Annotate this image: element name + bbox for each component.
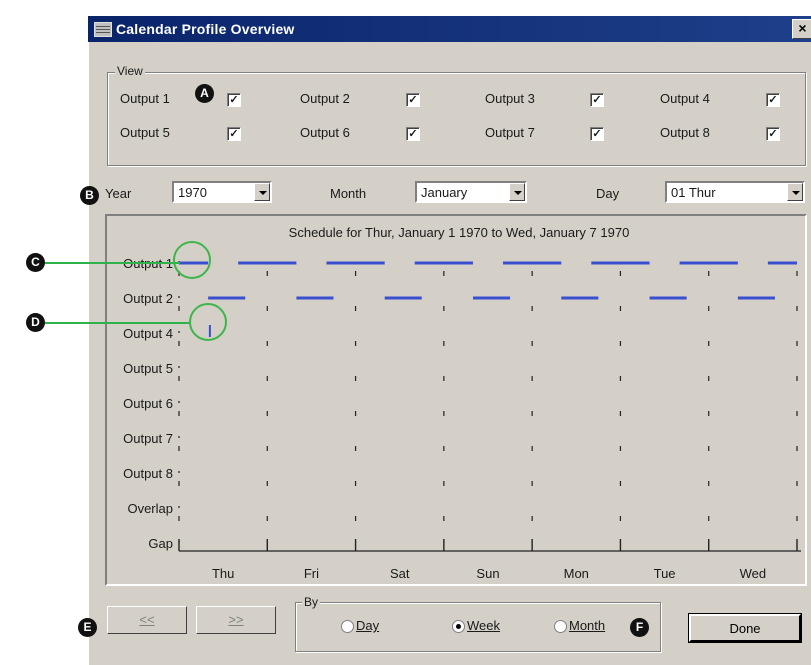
- row-label: Output 8: [123, 466, 173, 481]
- output-5-checkbox[interactable]: ✓: [227, 127, 241, 141]
- prev-week-button[interactable]: <<: [107, 606, 187, 634]
- day-label: Sun: [476, 566, 499, 581]
- callout-f-marker: F: [630, 618, 649, 637]
- by-month-label[interactable]: Month: [569, 618, 605, 633]
- done-label: Done: [729, 621, 761, 636]
- output-3-label: Output 3: [485, 91, 535, 106]
- schedule-labels: Output 1Output 2Output 4Output 5Output 6…: [123, 256, 766, 581]
- by-week-radio[interactable]: [452, 620, 465, 633]
- schedule-title: Schedule for Thur, January 1 1970 to Wed…: [289, 225, 630, 240]
- schedule-chart-svg: Schedule for Thur, January 1 1970 to Wed…: [123, 225, 801, 581]
- output-1-checkbox[interactable]: ✓: [227, 93, 241, 107]
- day-label: Wed: [740, 566, 767, 581]
- by-month-radio[interactable]: [554, 620, 567, 633]
- output-6-checkbox[interactable]: ✓: [406, 127, 420, 141]
- row-label: Overlap: [127, 501, 173, 516]
- year-select[interactable]: 1970: [172, 181, 272, 203]
- title-bar[interactable]: Calendar Profile Overview: [88, 16, 811, 42]
- output-8-checkbox[interactable]: ✓: [766, 127, 780, 141]
- day-label: Mon: [564, 566, 589, 581]
- year-label: Year: [105, 186, 132, 201]
- callout-b-marker: B: [80, 186, 99, 205]
- callout-c-circle: [173, 241, 211, 279]
- output-7-checkbox[interactable]: ✓: [590, 127, 604, 141]
- year-value: 1970: [178, 185, 207, 200]
- callout-e-marker: E: [78, 618, 97, 637]
- month-dropdown-arrow-icon[interactable]: [509, 183, 525, 201]
- day-label: Fri: [304, 566, 319, 581]
- day-label: Day: [596, 186, 620, 201]
- month-value: January: [421, 185, 468, 200]
- callout-d-circle: [189, 303, 227, 341]
- row-label: Gap: [148, 536, 173, 551]
- output-2-checkbox[interactable]: ✓: [406, 93, 420, 107]
- output-5-label: Output 5: [120, 125, 170, 140]
- day-select[interactable]: 01 Thur: [665, 181, 805, 203]
- by-week-label[interactable]: Week: [467, 618, 500, 633]
- output-8-label: Output 8: [660, 125, 710, 140]
- row-label: Output 6: [123, 396, 173, 411]
- output-6-label: Output 6: [300, 125, 350, 140]
- row-label: Output 5: [123, 361, 173, 376]
- callout-d-marker: D: [26, 313, 45, 332]
- schedule-chart: Schedule for Thur, January 1 1970 to Wed…: [105, 214, 807, 586]
- by-day-label[interactable]: Day: [356, 618, 379, 633]
- next-week-label: >>: [228, 612, 244, 627]
- callout-d-leader-line: [45, 322, 191, 324]
- month-select[interactable]: January: [415, 181, 527, 203]
- output-4-checkbox[interactable]: ✓: [766, 93, 780, 107]
- output-2-label: Output 2: [300, 91, 350, 106]
- day-value: 01 Thur: [671, 185, 716, 200]
- view-group-legend: View: [115, 64, 145, 78]
- day-label: Sat: [390, 566, 410, 581]
- prev-week-label: <<: [139, 612, 155, 627]
- row-label: Output 2: [123, 291, 173, 306]
- window-title: Calendar Profile Overview: [116, 21, 295, 37]
- year-dropdown-arrow-icon[interactable]: [254, 183, 270, 201]
- row-label: Output 7: [123, 431, 173, 446]
- view-group: [107, 72, 806, 166]
- output-4-label: Output 4: [660, 91, 710, 106]
- callout-c-marker: C: [26, 253, 45, 272]
- calendar-app-icon: [94, 22, 112, 37]
- schedule-bars: [179, 261, 797, 337]
- by-day-radio[interactable]: [341, 620, 354, 633]
- output-3-checkbox[interactable]: ✓: [590, 93, 604, 107]
- day-dropdown-arrow-icon[interactable]: [787, 183, 803, 201]
- output-7-label: Output 7: [485, 125, 535, 140]
- callout-a-marker: A: [195, 84, 214, 103]
- next-week-button[interactable]: >>: [196, 606, 276, 634]
- day-label: Tue: [654, 566, 676, 581]
- output-1-label: Output 1: [120, 91, 170, 106]
- close-button[interactable]: ×: [792, 19, 811, 39]
- month-label: Month: [330, 186, 367, 201]
- callout-c-leader-line: [45, 262, 180, 264]
- day-label: Thu: [212, 566, 234, 581]
- by-group-legend: By: [302, 595, 321, 609]
- row-label: Output 4: [123, 326, 173, 341]
- done-button[interactable]: Done: [688, 613, 802, 643]
